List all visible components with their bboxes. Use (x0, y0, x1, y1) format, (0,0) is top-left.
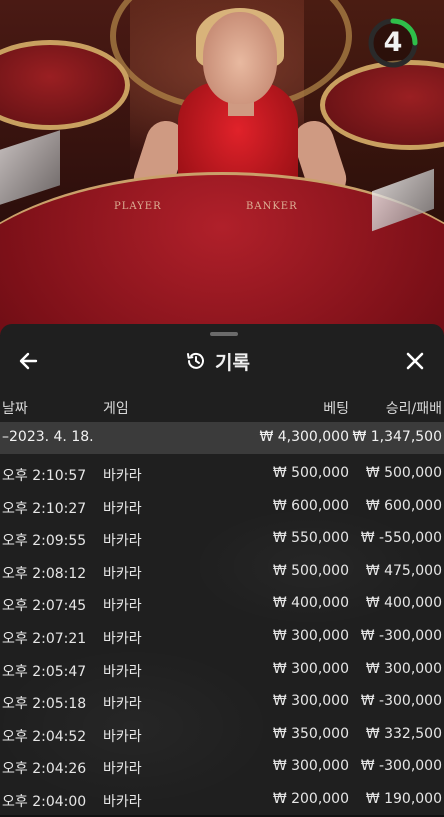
column-header-date: 날짜 (2, 401, 28, 417)
row-time: 오후 2:10:27 (2, 500, 87, 517)
row-time: 오후 2:08:12 (2, 565, 87, 582)
row-game: 바카라 (103, 728, 142, 745)
row-time: 오후 2:04:52 (2, 728, 87, 745)
history-row[interactable]: 오후 2:04:26 바카라 ₩ 300,000 ₩ -300,000 (0, 751, 444, 784)
row-bet: ₩ 400,000 (272, 595, 349, 612)
row-time: 오후 2:05:47 (2, 663, 87, 680)
row-time: 오후 2:04:00 (2, 793, 87, 810)
summary-result-total: ₩ 1,347,500 (352, 429, 442, 445)
history-row[interactable]: 오후 2:10:27 바카라 ₩ 600,000 ₩ 600,000 (0, 491, 444, 524)
row-bet: ₩ 550,000 (272, 530, 349, 547)
row-bet: ₩ 200,000 (272, 790, 349, 807)
column-header-bet: 베팅 (323, 401, 349, 417)
panel-header: 기록 (185, 346, 250, 376)
row-game: 바카라 (103, 663, 142, 680)
row-game: 바카라 (103, 533, 142, 550)
row-game: 바카라 (103, 696, 142, 713)
history-row[interactable]: 오후 2:05:47 바카라 ₩ 300,000 ₩ 300,000 (0, 654, 444, 687)
row-result: ₩ 600,000 (365, 497, 442, 514)
row-game: 바카라 (103, 468, 142, 484)
row-result: ₩ -550,000 (360, 530, 442, 547)
row-time: 오후 2:05:18 (2, 696, 87, 713)
row-result: ₩ -300,000 (360, 758, 442, 775)
table-header: 날짜 게임 베팅 승리/패배 (0, 396, 444, 420)
player-label: PLAYER (114, 201, 162, 212)
close-icon (406, 352, 424, 370)
row-result: ₩ 475,000 (365, 562, 442, 579)
row-game: 바카라 (103, 565, 142, 582)
row-game: 바카라 (103, 598, 142, 615)
panel-title: 기록 (215, 351, 250, 374)
live-video-stream[interactable]: PLAYER BANKER 4 (0, 0, 444, 335)
row-time: 오후 2:04:26 (2, 761, 87, 778)
history-row[interactable]: 오후 2:05:18 바카라 ₩ 300,000 ₩ -300,000 (0, 686, 444, 719)
row-game: 바카라 (103, 500, 142, 517)
row-game: 바카라 (103, 630, 142, 647)
row-time: 오후 2:07:45 (2, 598, 87, 615)
row-result: ₩ -300,000 (360, 693, 442, 710)
history-list: 오후 2:10:57 바카라 ₩ 500,000 ₩ 500,000 오후 2:… (0, 458, 444, 817)
row-bet: ₩ 300,000 (272, 758, 349, 775)
history-panel: 기록 날짜 게임 베팅 승리/패배 –2023. 4. 18. ₩ 4,300,… (0, 324, 444, 815)
column-header-result: 승리/패배 (385, 401, 442, 417)
date-summary-row[interactable]: –2023. 4. 18. ₩ 4,300,000 ₩ 1,347,500 (0, 422, 444, 454)
row-time: 오후 2:07:21 (2, 630, 87, 647)
row-bet: ₩ 350,000 (272, 725, 349, 742)
drag-handle[interactable] (210, 332, 238, 336)
row-bet: ₩ 300,000 (272, 627, 349, 644)
summary-bet-total: ₩ 4,300,000 (259, 429, 349, 445)
history-row[interactable]: 오후 2:09:55 바카라 ₩ 550,000 ₩ -550,000 (0, 523, 444, 556)
row-time: 오후 2:09:55 (2, 533, 87, 550)
row-result: ₩ 190,000 (365, 790, 442, 807)
summary-date: –2023. 4. 18. (2, 429, 94, 445)
history-row[interactable]: 오후 2:10:57 바카라 ₩ 500,000 ₩ 500,000 (0, 458, 444, 491)
banker-label: BANKER (246, 201, 298, 212)
row-bet: ₩ 600,000 (272, 497, 349, 514)
row-bet: ₩ 500,000 (272, 562, 349, 579)
row-result: ₩ -300,000 (360, 627, 442, 644)
dealer-face (203, 12, 277, 104)
history-row[interactable]: 오후 2:04:52 바카라 ₩ 350,000 ₩ 332,500 (0, 719, 444, 752)
history-row[interactable]: 오후 2:07:45 바카라 ₩ 400,000 ₩ 400,000 (0, 588, 444, 621)
history-row[interactable]: 오후 2:07:21 바카라 ₩ 300,000 ₩ -300,000 (0, 621, 444, 654)
row-result: ₩ 400,000 (365, 595, 442, 612)
history-clock-icon (187, 352, 204, 369)
row-result: ₩ 500,000 (365, 465, 442, 481)
arrow-left-icon (19, 352, 38, 370)
row-game: 바카라 (103, 761, 142, 778)
row-bet: ₩ 300,000 (272, 693, 349, 710)
row-result: ₩ 332,500 (365, 725, 442, 742)
row-bet: ₩ 300,000 (272, 660, 349, 677)
row-time: 오후 2:10:57 (2, 468, 87, 484)
column-header-game: 게임 (103, 401, 129, 417)
row-bet: ₩ 500,000 (272, 465, 349, 481)
history-row[interactable]: 오후 2:08:12 바카라 ₩ 500,000 ₩ 475,000 (0, 556, 444, 589)
close-button[interactable] (400, 346, 430, 376)
row-game: 바카라 (103, 793, 142, 810)
history-row[interactable]: 오후 2:04:00 바카라 ₩ 200,000 ₩ 190,000 (0, 784, 444, 817)
back-button[interactable] (14, 346, 44, 376)
row-result: ₩ 300,000 (365, 660, 442, 677)
countdown-timer-value: 4 (383, 27, 403, 58)
